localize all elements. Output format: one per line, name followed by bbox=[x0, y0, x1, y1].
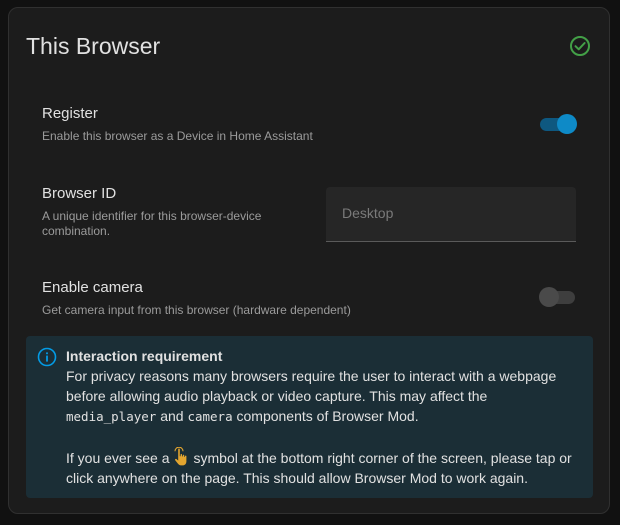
alert-p2-mid: symbol at the bottom right corner of the… bbox=[193, 450, 572, 466]
browser-id-description: A unique identifier for this browser-dev… bbox=[42, 209, 261, 239]
camera-toggle[interactable] bbox=[539, 285, 579, 309]
browser-id-field[interactable] bbox=[326, 187, 576, 242]
info-icon bbox=[37, 347, 57, 367]
hand-pointer-icon bbox=[173, 447, 186, 466]
check-circle-icon bbox=[570, 36, 590, 56]
card-title: This Browser bbox=[26, 33, 161, 59]
camera-row: Enable camera Get camera input from this… bbox=[42, 278, 351, 318]
alert-line3: media_player and camera components of Br… bbox=[66, 406, 586, 427]
register-description: Enable this browser as a Device in Home … bbox=[42, 129, 313, 143]
browser-id-row: Browser ID A unique identifier for this … bbox=[42, 184, 261, 239]
camera-label: Enable camera bbox=[42, 279, 143, 296]
register-toggle-thumb bbox=[557, 114, 577, 134]
browser-id-input[interactable] bbox=[342, 201, 562, 225]
alert-para2-line1: If you ever see a symbol at the bottom r… bbox=[66, 447, 586, 468]
register-toggle[interactable] bbox=[538, 112, 578, 136]
alert-body: Interaction requirement For privacy reas… bbox=[66, 346, 586, 488]
camera-toggle-thumb bbox=[539, 287, 559, 307]
browser-id-description-line1: A unique identifier for this browser-dev… bbox=[42, 209, 262, 223]
register-row: Register Enable this browser as a Device… bbox=[42, 104, 313, 144]
alert-and: and bbox=[156, 408, 188, 424]
code-media-player: media_player bbox=[66, 409, 157, 424]
browser-id-description-line2: combination. bbox=[42, 224, 111, 238]
browser-id-label: Browser ID bbox=[42, 185, 117, 202]
code-camera: camera bbox=[187, 409, 233, 424]
alert-line2: before allowing audio playback or video … bbox=[66, 388, 488, 404]
alert-line3-end: components of Browser Mod. bbox=[232, 408, 419, 424]
register-label: Register bbox=[42, 105, 98, 122]
alert-p2-end: click anywhere on the page. This should … bbox=[66, 470, 528, 486]
alert-title: Interaction requirement bbox=[66, 348, 223, 364]
browser-settings-card: This Browser Register Enable this browse… bbox=[8, 7, 610, 514]
interaction-alert: Interaction requirement For privacy reas… bbox=[26, 336, 593, 498]
camera-description: Get camera input from this browser (hard… bbox=[42, 303, 351, 317]
alert-p2-start: If you ever see a bbox=[66, 450, 170, 466]
alert-line1: For privacy reasons many browsers requir… bbox=[66, 368, 557, 384]
